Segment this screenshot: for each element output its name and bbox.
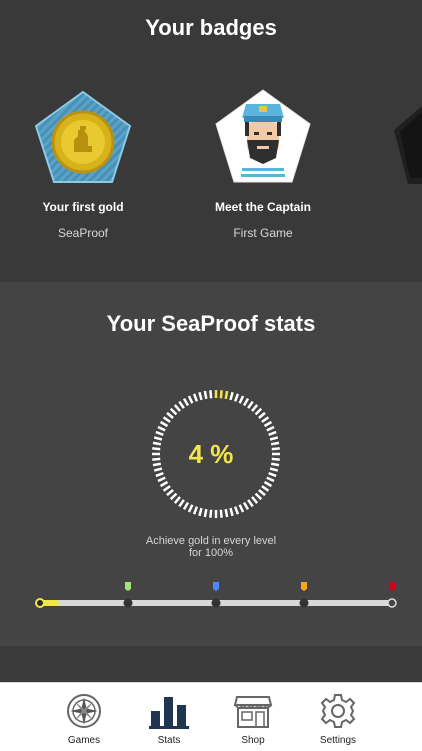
ring-tick (166, 411, 174, 419)
stats-title: Your SeaProof stats (106, 311, 316, 336)
ring-tick (258, 489, 266, 497)
ring-tick (155, 430, 164, 437)
badge-meet-captain[interactable]: Meet the Captain First Game (183, 88, 343, 240)
ring-tick (258, 411, 266, 419)
ring-tick (198, 507, 203, 517)
gold-coin-badge-icon (34, 90, 132, 183)
ring-tick (251, 496, 259, 504)
badge-subtitle: SeaProof (57, 226, 109, 240)
level-progress-track (35, 582, 397, 608)
compass-icon (67, 694, 101, 728)
ring-tick (261, 485, 270, 492)
tab-stats[interactable]: Stats (127, 683, 211, 751)
ring-tick (238, 504, 245, 513)
hint-line-1: Achieve gold in every level (145, 535, 277, 547)
ring-tick (203, 390, 208, 400)
ring-tick (254, 407, 263, 416)
tab-label: Games (67, 735, 101, 746)
ring-tick (247, 400, 254, 409)
ring-tick (242, 501, 250, 511)
progress-percent: 4 % (188, 439, 234, 469)
tab-label: Settings (319, 735, 357, 746)
ring-tick (219, 509, 223, 518)
milestone-flag (389, 582, 395, 591)
tab-shop[interactable]: Shop (211, 683, 295, 751)
milestone-dot (299, 598, 309, 608)
ring-tick (242, 397, 250, 407)
ring-tick (209, 390, 213, 399)
ring-tick (159, 420, 169, 428)
badge-subtitle: First Game (233, 226, 293, 240)
tab-games[interactable]: Games (42, 683, 126, 751)
ring-tick (203, 508, 208, 518)
ring-tick (178, 400, 185, 409)
ring-tick (159, 480, 169, 488)
ring-tick (263, 420, 273, 428)
badges-title: Your badges (145, 15, 277, 40)
ring-tick (182, 501, 190, 511)
milestone-flag (213, 582, 219, 591)
tab-label: Stats (157, 735, 181, 746)
shop-icon (233, 696, 273, 728)
ring-tick (198, 391, 203, 401)
milestone-dot (211, 598, 221, 608)
ring-tick (266, 476, 275, 483)
ring-tick (247, 499, 254, 508)
ring-tick (192, 393, 199, 402)
ring-tick (187, 504, 194, 513)
ring-tick (229, 391, 234, 401)
ring-tick (187, 395, 194, 404)
milestone-flag (301, 582, 307, 591)
ring-tick (251, 404, 259, 412)
ring-tick (209, 509, 213, 518)
ring-tick (266, 425, 275, 432)
captain-badge-icon (215, 89, 311, 183)
ring-tick (192, 506, 199, 515)
bar-chart-icon (149, 697, 189, 729)
tab-bar: Games Stats Shop Settings (0, 682, 422, 751)
ring-tick (229, 507, 234, 517)
badge-title: Your first gold (42, 200, 124, 214)
ring-tick (268, 430, 277, 437)
ring-tick (166, 489, 174, 497)
ring-tick (169, 492, 178, 501)
badge-title: Meet the Captain (214, 200, 311, 214)
ring-tick (178, 499, 185, 508)
ring-tick (233, 506, 240, 515)
ring-tick (173, 496, 181, 504)
ring-tick (233, 393, 240, 402)
ring-tick (157, 425, 166, 432)
hint-line-2: for 100% (188, 547, 234, 559)
tab-settings[interactable]: Settings (296, 683, 380, 751)
ring-tick (162, 485, 171, 492)
milestone-flag (125, 582, 131, 591)
ring-tick (268, 471, 277, 478)
gear-icon (320, 694, 356, 728)
ring-tick (254, 492, 263, 501)
partial-badge-icon[interactable] (394, 106, 422, 184)
bottom-strip (0, 646, 422, 682)
track-start-dot (35, 598, 45, 608)
milestone-dot (123, 598, 133, 608)
ring-tick (157, 476, 166, 483)
ring-tick (238, 395, 245, 404)
ring-tick (224, 508, 229, 518)
ring-tick (155, 471, 164, 478)
ring-tick (261, 416, 270, 423)
ring-tick (182, 397, 190, 407)
ring-tick (224, 390, 229, 400)
tab-label: Shop (241, 735, 265, 746)
ring-tick (173, 404, 181, 412)
stats-section: Your SeaProof stats 4 % Achieve gold in … (0, 282, 422, 646)
ring-tick (169, 407, 178, 416)
ring-tick (263, 480, 273, 488)
milestone-dot (387, 598, 397, 608)
badges-section: Your badges Your first gold SeaProof Mee… (0, 0, 422, 282)
ring-tick (162, 416, 171, 423)
ring-tick (219, 390, 223, 399)
badge-first-gold[interactable]: Your first gold SeaProof (3, 90, 163, 240)
